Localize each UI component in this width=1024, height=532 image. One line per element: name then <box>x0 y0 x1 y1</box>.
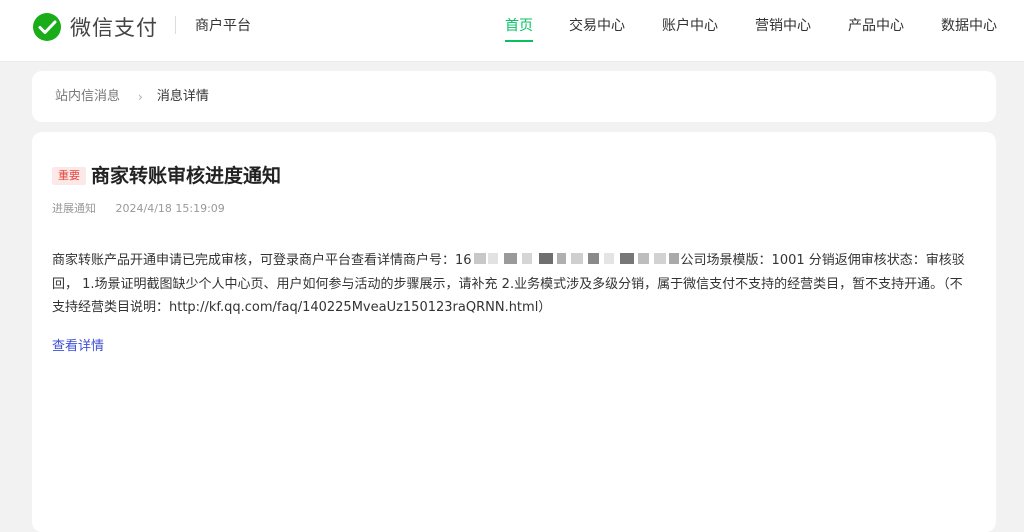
nav-item-marketing[interactable]: 营销中心 <box>755 16 811 36</box>
breadcrumb-parent-link[interactable]: 站内信消息 <box>55 88 120 106</box>
active-nav-indicator <box>505 40 533 42</box>
importance-badge: 重要 <box>52 167 86 185</box>
view-details-link[interactable]: 查看详情 <box>52 338 104 356</box>
nav-item-label: 首页 <box>505 18 533 34</box>
nav-item-transactions[interactable]: 交易中心 <box>569 16 625 36</box>
nav-item-label: 营销中心 <box>755 18 811 34</box>
nav-item-label: 产品中心 <box>848 18 904 34</box>
message-body-text-start: 商家转账产品开通申请已完成审核，可登录商户平台查看详情商户号：16 <box>52 253 472 268</box>
brand-name: 微信支付 <box>70 16 158 40</box>
nav-item-data[interactable]: 数据中心 <box>941 16 997 36</box>
nav-item-home[interactable]: 首页 <box>505 16 533 42</box>
message-timestamp: 2024/4/18 15:19:09 <box>115 202 225 215</box>
logo-divider <box>175 16 176 34</box>
breadcrumb-card: 站内信消息 › 消息详情 <box>32 71 996 122</box>
nav-item-label: 账户中心 <box>662 18 718 34</box>
platform-label: 商户平台 <box>195 18 251 34</box>
message-body: 商家转账产品开通申请已完成审核，可登录商户平台查看详情商户号：16 公司场景模版：… <box>52 249 972 320</box>
message-title-row: 重要 商家转账审核进度通知 <box>52 163 281 189</box>
breadcrumb-current: 消息详情 <box>156 89 209 104</box>
message-meta: 进展通知 2024/4/18 15:19:09 <box>52 201 225 217</box>
top-navigation-bar: 微信支付 商户平台 首页 交易中心 账户中心 营销中心 产品中心 数据中心 <box>0 0 1024 62</box>
wechat-pay-logo-icon <box>33 13 61 41</box>
nav-item-label: 数据中心 <box>941 18 997 34</box>
breadcrumb: 站内信消息 › 消息详情 <box>55 88 209 106</box>
redacted-merchant-info <box>473 252 679 266</box>
nav-item-account[interactable]: 账户中心 <box>662 16 718 36</box>
message-detail-card: 重要 商家转账审核进度通知 进展通知 2024/4/18 15:19:09 商家… <box>32 132 996 532</box>
nav-item-products[interactable]: 产品中心 <box>848 16 904 36</box>
chevron-right-icon: › <box>138 90 143 104</box>
message-title: 商家转账审核进度通知 <box>91 165 282 187</box>
message-category: 进展通知 <box>52 202 96 215</box>
nav-item-label: 交易中心 <box>569 18 625 34</box>
brand-logo[interactable]: 微信支付 <box>31 12 158 44</box>
